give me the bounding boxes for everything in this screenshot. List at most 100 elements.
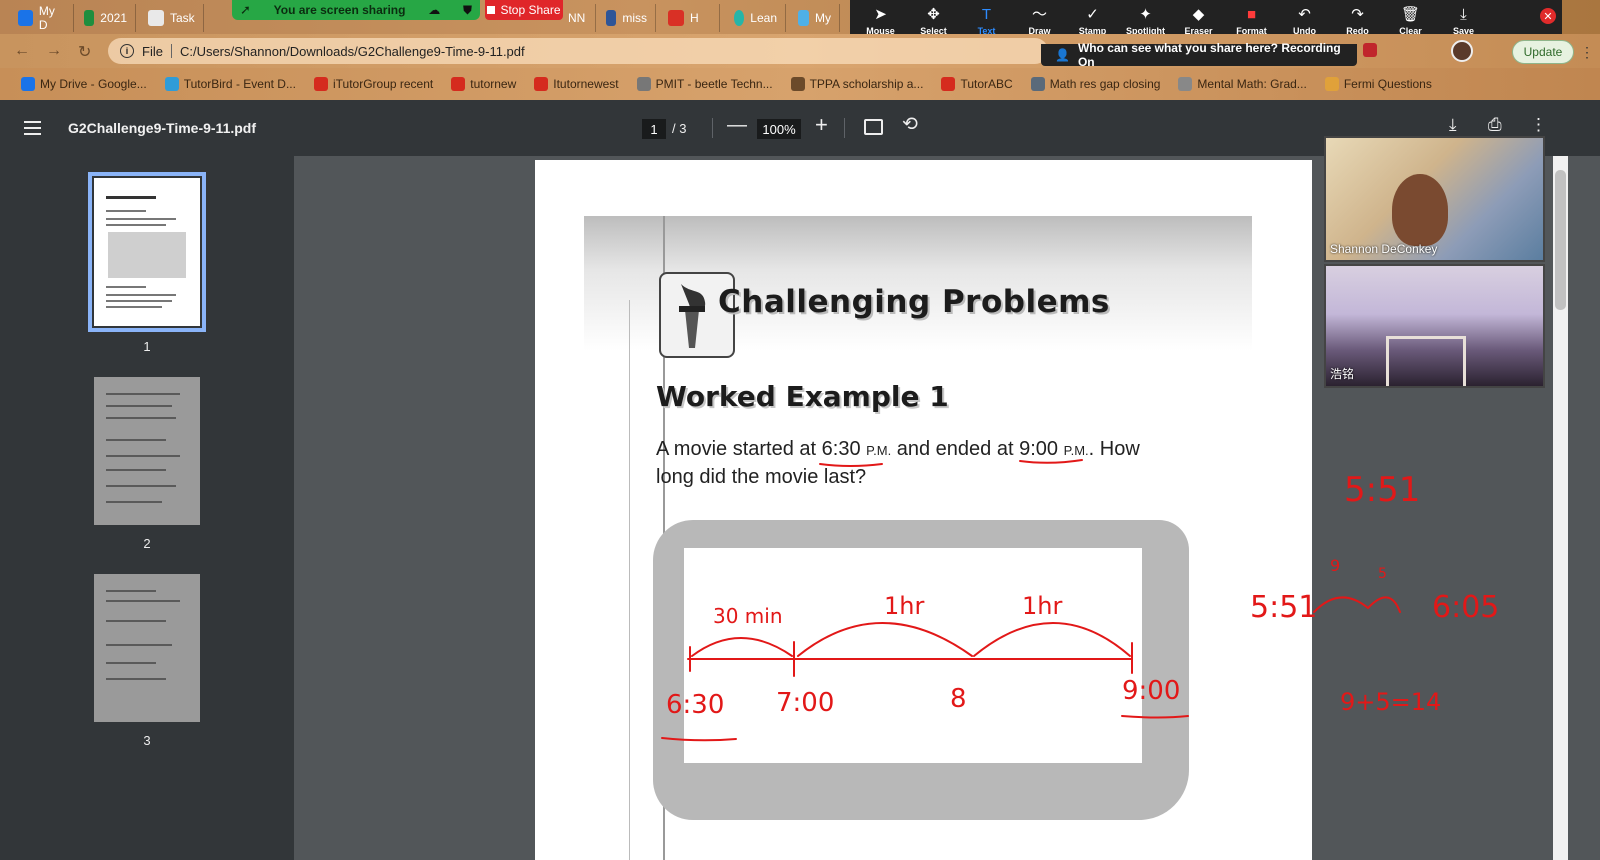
stop-icon xyxy=(487,6,496,14)
redo-icon: ↷ xyxy=(1351,5,1364,23)
browser-tab[interactable]: NN xyxy=(560,4,596,32)
zoom-input[interactable]: 100% xyxy=(757,119,801,139)
participant-video[interactable]: Shannon DeConkey xyxy=(1324,136,1545,262)
bookmark-item[interactable]: TutorBird - Event D... xyxy=(156,77,305,91)
spotlight-icon: ✦ xyxy=(1139,5,1152,23)
thumbnail-sidebar: 1 2 3 xyxy=(0,156,294,860)
annotation-label: 9 xyxy=(1330,556,1341,575)
bookmark-item[interactable]: TPPA scholarship a... xyxy=(782,77,933,91)
download-icon[interactable]: ⤓ xyxy=(1449,115,1457,135)
star-icon xyxy=(668,10,684,26)
address-bar[interactable]: i File C:/Users/Shannon/Downloads/G2Chal… xyxy=(108,38,1048,64)
thumbnail-label: 2 xyxy=(143,536,151,551)
extension-icon[interactable] xyxy=(1363,43,1377,57)
browser-tab[interactable]: Task xyxy=(140,4,204,32)
bookmark-icon xyxy=(164,77,179,91)
browser-menu-icon[interactable]: ⋮ xyxy=(1580,44,1594,61)
page-number-input[interactable]: 1 xyxy=(642,119,666,139)
reload-icon[interactable]: ↻ xyxy=(78,42,91,62)
annotation-label: 6:30 xyxy=(666,690,725,720)
browser-tab[interactable]: miss xyxy=(598,4,656,32)
info-icon[interactable]: i xyxy=(120,44,134,58)
sheets-icon xyxy=(84,10,95,26)
zoom-in-icon[interactable]: + xyxy=(815,112,828,138)
worked-example-title: Worked Example 1 xyxy=(656,380,949,413)
my-icon xyxy=(798,10,809,26)
bookmark-icon xyxy=(313,77,328,91)
mw-icon xyxy=(606,10,617,26)
screen-sharing-banner: ➚ You are screen sharing ☁ ⛊ xyxy=(232,0,480,20)
bookmark-icon xyxy=(941,77,956,91)
page-thumbnail-2[interactable] xyxy=(94,377,200,525)
bookmark-icon xyxy=(1178,77,1193,91)
bookmark-item[interactable]: PMIT - beetle Techn... xyxy=(628,77,782,91)
format-icon: ■ xyxy=(1246,5,1257,23)
annotation-label: 9+5=14 xyxy=(1340,688,1442,716)
close-annotation-icon[interactable]: ✕ xyxy=(1540,8,1556,24)
annotation-label: 6:05 xyxy=(1432,590,1500,625)
more-options-icon[interactable]: ⋮ xyxy=(1530,115,1547,135)
bookmark-icon xyxy=(790,77,805,91)
thumbnail-label: 1 xyxy=(143,339,151,354)
zoom-out-icon[interactable]: — xyxy=(727,114,747,137)
forward-icon[interactable]: → xyxy=(46,42,62,60)
eraser-icon: ◆ xyxy=(1192,5,1205,23)
annotation-label: 30 min xyxy=(713,604,783,628)
task-icon xyxy=(148,10,164,26)
print-icon[interactable]: ⎙ xyxy=(1488,115,1502,135)
annotation-label: 1hr xyxy=(1022,592,1063,620)
drive-icon xyxy=(18,10,33,26)
bookmark-item[interactable]: Fermi Questions xyxy=(1316,77,1441,91)
recording-banner[interactable]: 👤 Who can see what you share here? Recor… xyxy=(1041,41,1357,69)
bookmark-icon xyxy=(636,77,651,91)
browser-tab[interactable]: H xyxy=(660,4,720,32)
bookmark-item[interactable]: iTutorGroup recent xyxy=(305,77,442,91)
browser-tab[interactable]: My D xyxy=(10,4,74,32)
page-thumbnail-1[interactable] xyxy=(88,172,206,332)
thumbnail-label: 3 xyxy=(143,733,151,748)
browser-tab[interactable]: 2021 xyxy=(76,4,136,32)
fit-page-icon[interactable] xyxy=(864,119,883,135)
annotation-label: 1hr xyxy=(884,592,925,620)
cloud-icon: ☁ xyxy=(428,3,441,17)
worksheet-heading: Challenging Problems xyxy=(718,284,1110,320)
bookmark-item[interactable]: TutorABC xyxy=(932,77,1021,91)
update-button[interactable]: Update xyxy=(1512,40,1574,64)
browser-tab[interactable]: Lean xyxy=(726,4,786,32)
browser-tab[interactable]: My xyxy=(790,4,840,32)
bookmark-item[interactable]: My Drive - Google... xyxy=(12,77,156,91)
stamp-icon: ✓ xyxy=(1086,5,1099,23)
bookmark-item[interactable]: Math res gap closing xyxy=(1022,77,1170,91)
participant-name: Shannon DeConkey xyxy=(1330,242,1438,256)
share-icon: ➚ xyxy=(240,2,251,17)
participant-name: 浩铭 xyxy=(1330,367,1355,381)
bookmark-icon xyxy=(451,77,466,91)
bookmarks-bar: My Drive - Google... TutorBird - Event D.… xyxy=(0,68,1600,100)
annotation-label: 7:00 xyxy=(776,688,835,718)
shield-icon: ⛊ xyxy=(462,2,472,17)
move-icon: ✥ xyxy=(927,5,940,23)
annotation-label: 5:51 xyxy=(1250,590,1318,625)
menu-icon[interactable] xyxy=(24,121,41,135)
bookmark-item[interactable]: tutornew xyxy=(442,77,525,91)
annotation-label: 5:51 xyxy=(1344,470,1421,510)
bookmark-icon xyxy=(534,77,549,91)
page-thumbnail-3[interactable] xyxy=(94,574,200,722)
rotate-icon[interactable]: ⟲ xyxy=(902,113,918,136)
undo-icon: ↶ xyxy=(1298,5,1311,23)
scrollbar-thumb[interactable] xyxy=(1555,170,1566,310)
text-icon: T xyxy=(981,5,992,23)
save-icon: ⤓ xyxy=(1460,5,1467,23)
bookmark-item[interactable]: Mental Math: Grad... xyxy=(1169,77,1315,91)
participant-figure xyxy=(1392,174,1448,246)
cursor-icon: ➤ xyxy=(874,5,887,23)
avatar[interactable] xyxy=(1451,40,1473,62)
participant-video[interactable]: 浩铭 xyxy=(1324,264,1545,388)
back-icon[interactable]: ← xyxy=(14,42,30,60)
draw-icon: 〜 xyxy=(1031,5,1047,23)
bookmark-icon xyxy=(1324,77,1339,91)
stop-share-button[interactable]: Stop Share xyxy=(485,0,563,20)
bookmark-icon xyxy=(21,77,35,91)
bookmark-item[interactable]: Itutornewest xyxy=(525,77,627,91)
url-text: C:/Users/Shannon/Downloads/G2Challenge9-… xyxy=(179,43,525,59)
